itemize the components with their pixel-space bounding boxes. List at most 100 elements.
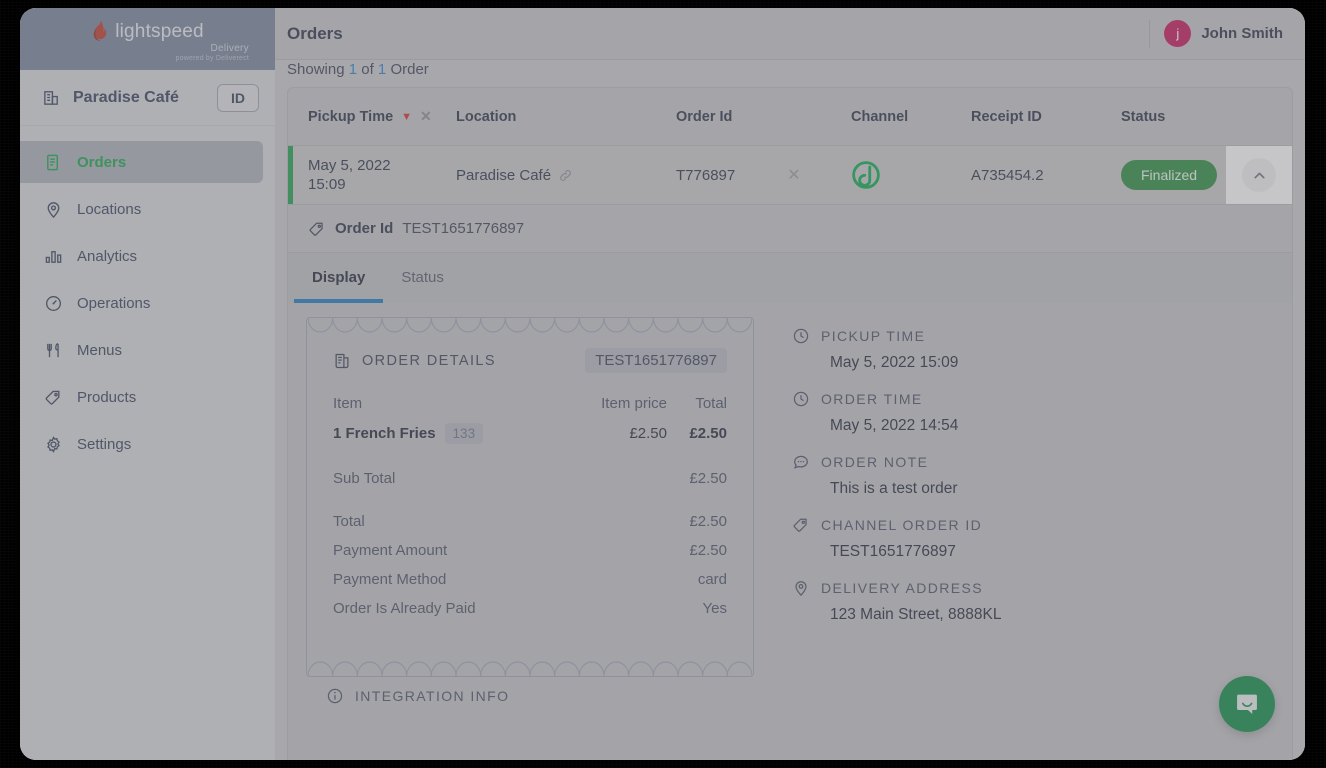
info-order-note: ORDER NOTE This is a test order xyxy=(792,453,1292,498)
brand-product: Delivery xyxy=(210,43,249,54)
intercom-launcher-button[interactable] xyxy=(1219,676,1275,732)
sidebar-item-analytics[interactable]: Analytics xyxy=(20,235,263,277)
top-bar: Orders j John Smith xyxy=(275,8,1305,60)
info-value: May 5, 2022 15:09 xyxy=(830,354,959,371)
sidebar: lightspeed Delivery powered by Deliverec… xyxy=(20,8,275,760)
receipt-summary-row: Payment Amount £2.50 xyxy=(333,542,727,559)
receipt-title: ORDER DETAILS xyxy=(362,352,496,369)
info-label: ORDER TIME xyxy=(821,391,923,407)
info-icon xyxy=(327,688,343,704)
summary-label: Payment Method xyxy=(333,571,447,588)
clear-sort-icon[interactable]: ✕ xyxy=(420,108,432,125)
cell-location: Paradise Café xyxy=(456,167,676,184)
receipt-header: ORDER DETAILS TEST1651776897 xyxy=(333,348,727,373)
sort-descending-icon[interactable]: ▼ xyxy=(401,111,412,123)
cell-order-id: T776897 ✕ xyxy=(676,165,851,185)
info-value: This is a test order xyxy=(830,480,958,497)
bar-chart-icon xyxy=(45,250,62,263)
line-item-name: 1 French Fries xyxy=(333,425,436,442)
building-icon xyxy=(44,91,58,105)
clipboard-icon xyxy=(47,154,59,170)
tag-icon xyxy=(45,390,60,405)
summary-value: card xyxy=(697,571,727,588)
cell-receipt-id: A735454.2 xyxy=(971,166,1044,184)
top-bar-divider xyxy=(1149,19,1151,48)
screen-backdrop: lightspeed Delivery powered by Deliverec… xyxy=(0,0,1326,768)
sidebar-item-label: Menus xyxy=(77,341,123,359)
detail-tabs: Display Status xyxy=(287,253,1293,303)
line-item-plu: 133 xyxy=(444,423,484,444)
store-id-button[interactable]: ID xyxy=(217,83,259,112)
orders-table: Pickup Time ▼ ✕ Location Order Id Channe… xyxy=(287,87,1293,205)
deliverect-icon xyxy=(852,161,880,189)
summary-value: £2.50 xyxy=(689,542,727,559)
column-location[interactable]: Location xyxy=(456,109,676,125)
sidebar-item-label: Orders xyxy=(77,153,127,171)
receipt-line-item: 1 French Fries 133 £2.50 £2.50 xyxy=(333,423,727,444)
pickup-date: May 5, 2022 xyxy=(308,156,391,174)
user-name: John Smith xyxy=(1201,25,1283,42)
user-menu[interactable]: j John Smith xyxy=(1164,20,1283,47)
clock-icon xyxy=(793,391,809,407)
order-receipt: ORDER DETAILS TEST1651776897 Item Item p… xyxy=(306,317,754,677)
tag-icon xyxy=(793,518,807,532)
summary-value: £2.50 xyxy=(689,513,727,530)
table-row[interactable]: May 5, 2022 15:09 Paradise Café T776897 … xyxy=(288,146,1292,204)
order-id-label: Order Id xyxy=(335,220,394,237)
app-window: lightspeed Delivery powered by Deliverec… xyxy=(20,8,1305,760)
clear-order-id-icon[interactable]: ✕ xyxy=(787,165,800,185)
sidebar-item-menus[interactable]: Menus xyxy=(20,329,263,371)
sidebar-item-orders[interactable]: Orders xyxy=(20,141,263,183)
link-icon[interactable] xyxy=(558,168,573,183)
sidebar-item-locations[interactable]: Locations xyxy=(20,188,263,230)
sidebar-item-products[interactable]: Products xyxy=(20,376,263,418)
receipt-order-chip: TEST1651776897 xyxy=(585,348,727,373)
sidebar-item-settings[interactable]: Settings xyxy=(20,423,263,465)
orders-content: Showing 1 of 1 Order Pickup Time ▼ ✕ Loc… xyxy=(275,60,1305,760)
column-receipt-id[interactable]: Receipt ID xyxy=(971,109,1121,125)
gauge-icon xyxy=(45,295,62,311)
sidebar-item-label: Locations xyxy=(77,200,142,218)
showing-count-text: Showing 1 of 1 Order xyxy=(287,60,1293,87)
chat-bubble-icon xyxy=(1237,694,1257,714)
column-label: Pickup Time xyxy=(308,108,394,125)
order-info-column: PICKUP TIME May 5, 2022 15:09 ORDER TIME xyxy=(768,317,1292,760)
sidebar-item-operations[interactable]: Operations xyxy=(20,282,263,324)
cutlery-icon xyxy=(47,342,59,357)
column-status[interactable]: Status xyxy=(1121,109,1292,125)
tag-icon xyxy=(309,222,323,236)
store-selector[interactable]: Paradise Café ID xyxy=(20,70,275,126)
receipt-summary-row: Order Is Already Paid Yes xyxy=(333,600,727,617)
receipt-column: ORDER DETAILS TEST1651776897 Item Item p… xyxy=(288,317,768,760)
receipt-summary-row: Total £2.50 xyxy=(333,513,727,530)
collapse-row-button[interactable] xyxy=(1242,158,1276,192)
column-pickup-time[interactable]: Pickup Time ▼ ✕ xyxy=(296,108,456,125)
showing-suffix: Order xyxy=(390,61,429,78)
showing-total: 1 xyxy=(377,61,387,78)
sidebar-item-label: Analytics xyxy=(77,247,138,265)
sidebar-nav: Orders Locations Analytics Operations Me… xyxy=(20,126,275,470)
avatar: j xyxy=(1164,20,1192,47)
integration-info-section: INTEGRATION INFO xyxy=(306,677,754,705)
order-id-value: T776897 xyxy=(676,166,736,184)
order-id-value: TEST1651776897 xyxy=(402,220,525,237)
info-channel-order-id: CHANNEL ORDER ID TEST1651776897 xyxy=(792,516,1292,561)
page-title: Orders xyxy=(287,23,343,43)
receipt-summary-row: Sub Total £2.50 xyxy=(333,470,727,487)
info-delivery-address: DELIVERY ADDRESS 123 Main Street, 8888KL xyxy=(792,579,1292,624)
column-channel[interactable]: Channel xyxy=(851,109,971,125)
status-badge[interactable]: Finalized xyxy=(1121,160,1218,190)
receipt-summary-row: Payment Method card xyxy=(333,571,727,588)
map-pin-icon xyxy=(47,201,60,218)
brand-tagline: powered by Deliverect xyxy=(175,55,249,62)
tab-display[interactable]: Display xyxy=(294,269,384,303)
info-label: DELIVERY ADDRESS xyxy=(821,580,983,596)
receipt-column-headers: Item Item price Total xyxy=(333,395,727,412)
summary-label: Payment Amount xyxy=(333,542,448,559)
tab-status[interactable]: Status xyxy=(383,269,462,303)
column-order-id[interactable]: Order Id xyxy=(676,109,851,125)
lightspeed-flame-icon xyxy=(93,20,107,41)
showing-count: 1 xyxy=(348,61,358,78)
info-pickup-time: PICKUP TIME May 5, 2022 15:09 xyxy=(792,327,1292,372)
store-name: Paradise Café xyxy=(73,88,179,106)
